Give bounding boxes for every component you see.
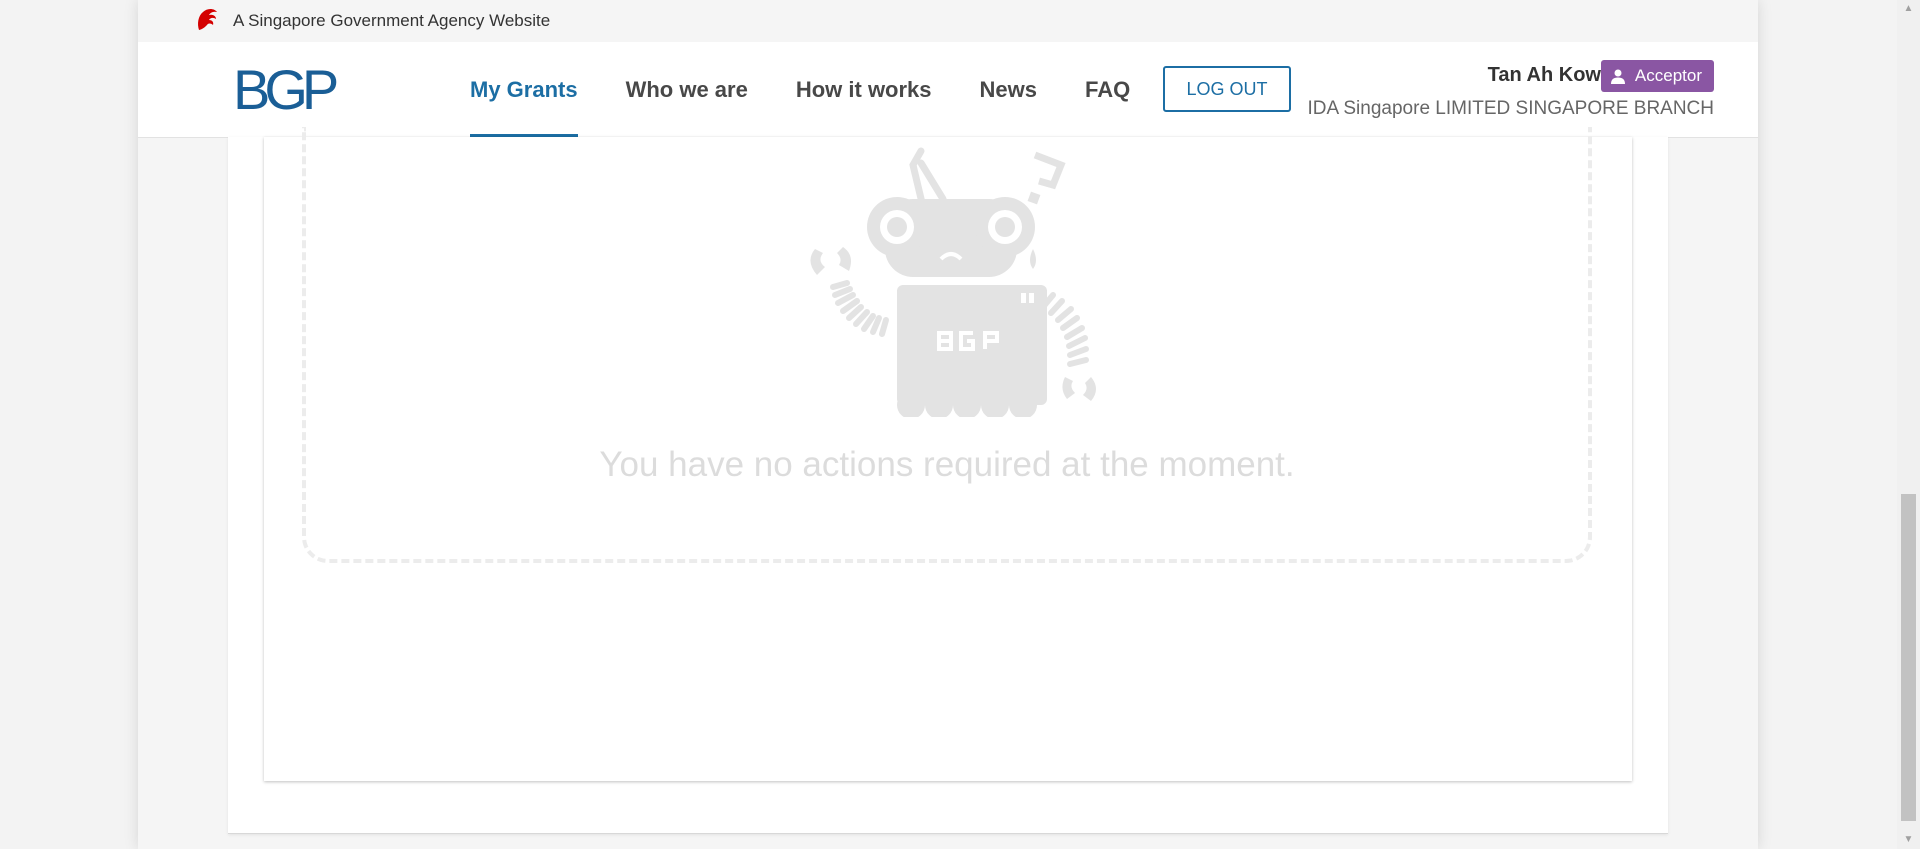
organisation-name: IDA Singapore LIMITED SINGAPORE BRANCH	[1307, 98, 1714, 119]
scroll-up-arrow-icon[interactable]: ▲	[1897, 0, 1920, 18]
user-name: Tan Ah Kow	[1487, 64, 1601, 86]
bgp-logo[interactable]: BGP	[233, 62, 339, 118]
masthead-text: A Singapore Government Agency Website	[233, 11, 551, 30]
nav-faq[interactable]: FAQ	[1085, 42, 1130, 137]
actions-panel: You have no actions required at the mome…	[264, 127, 1632, 781]
nav-news[interactable]: News	[980, 42, 1037, 137]
lion-head-icon	[198, 9, 217, 30]
nav-who-we-are[interactable]: Who we are	[626, 42, 748, 137]
nav-my-grants[interactable]: My Grants	[470, 42, 578, 137]
empty-state-message: You have no actions required at the mome…	[599, 445, 1295, 484]
robot-icon	[810, 147, 1096, 417]
government-masthead: A Singapore Government Agency Website	[138, 0, 1758, 42]
role-label: Acceptor	[1634, 66, 1702, 85]
person-icon	[1610, 69, 1625, 84]
nav-how-it-works[interactable]: How it works	[796, 42, 932, 137]
content-card: You have no actions required at the mome…	[228, 127, 1668, 834]
scroll-down-arrow-icon[interactable]: ▼	[1897, 831, 1920, 849]
scrollbar-thumb[interactable]	[1901, 494, 1916, 821]
empty-state: You have no actions required at the mome…	[302, 127, 1592, 563]
logout-button[interactable]: LOG OUT	[1163, 66, 1291, 112]
site-header: BGP My Grants Who we are How it works Ne…	[138, 42, 1758, 138]
page-scrollbar[interactable]: ▲ ▼	[1897, 0, 1920, 849]
page: A Singapore Government Agency Website BG…	[138, 0, 1758, 849]
role-badge: Acceptor	[1600, 60, 1714, 92]
main-nav: My Grants Who we are How it works News F…	[470, 42, 1178, 137]
